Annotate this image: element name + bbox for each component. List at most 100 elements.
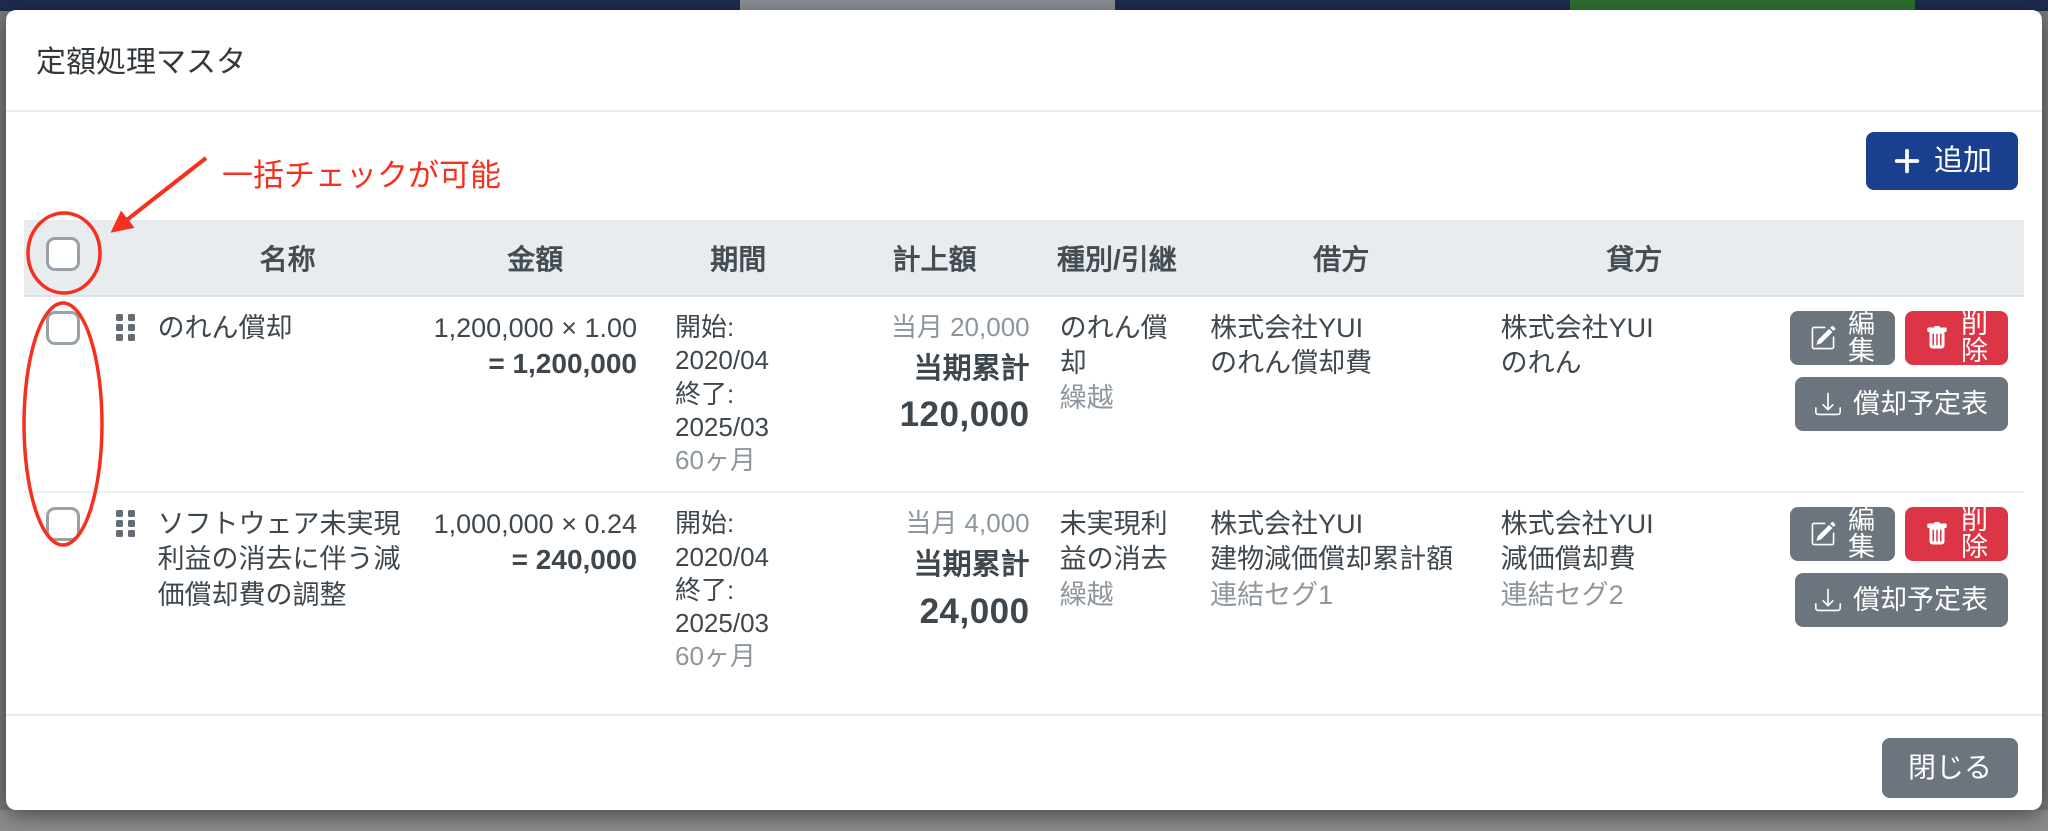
column-header-recorded: 計上額 [831,220,1038,297]
drag-handle-icon[interactable] [115,510,137,545]
row-grip-cell [102,491,150,714]
row-recorded: 当月 20,000 当期累計 120,000 [832,296,1038,492]
row-actions: 編集 削除 償却予定表 [1782,296,2024,492]
toolbar: 追加 [24,112,2024,220]
drag-handle-icon[interactable] [115,314,137,349]
row-checkbox-cell [24,491,103,714]
carryover-label: 繰越 [1059,579,1114,610]
schedule-button-label: 償却予定表 [1853,584,1988,615]
row-actions: 編集 削除 償却予定表 [1781,491,2024,714]
close-button-label: 閉じる [1907,751,1992,783]
modal-footer: 閉じる [6,713,2042,820]
period-end-label: 終了: [675,378,735,409]
column-header-actions [1781,220,2024,297]
row-amount: 1,000,000 × 0.24 = 240,000 [425,491,646,714]
table-row: のれん償却 1,200,000 × 1.00 = 1,200,000 開始: 2… [24,296,2024,492]
credit-account: 減価償却費 [1500,544,1636,575]
type-label: のれん償却 [1059,313,1168,379]
modal-title: 定額処理マスタ [36,46,246,79]
column-header-period: 期間 [645,220,832,297]
row-recorded: 当月 4,000 当期累計 24,000 [831,491,1038,714]
debit-company: 株式会社YUI [1210,313,1364,343]
schedule-download-button[interactable]: 償却予定表 [1795,377,2008,431]
delete-button[interactable]: 削除 [1904,505,2008,563]
close-button[interactable]: 閉じる [1881,737,2018,798]
modal-body: 追加 名称 金額 期間 計上額 種別/引継 借方 貸方 のれん償却 1,200,… [6,112,2042,714]
download-icon [1815,391,1841,417]
schedule-button-label: 償却予定表 [1853,388,1988,419]
edit-button[interactable]: 編集 [1789,309,1895,366]
debit-company: 株式会社YUI [1210,509,1364,540]
period-end-label: 終了: [675,574,735,605]
row-grip-cell [102,296,149,492]
column-header-credit: 貸方 [1486,220,1782,297]
column-header-type: 種別/引継 [1037,220,1197,297]
row-checkbox[interactable] [46,507,81,542]
edit-icon [1810,521,1836,547]
recorded-monthly: 当月 4,000 [905,508,1030,539]
edit-button[interactable]: 編集 [1789,505,1895,563]
select-all-checkbox[interactable] [46,237,81,271]
period-end: 2025/03 [675,608,769,639]
plus-icon [1892,146,1922,176]
row-checkbox-cell [24,296,102,492]
type-label: 未実現利益の消去 [1059,509,1168,575]
edit-icon [1810,325,1836,351]
credit-segment: 連結セグ2 [1500,579,1624,610]
column-header-name: 名称 [149,220,426,297]
select-all-header-cell [24,220,103,297]
debit-account: のれん償却費 [1210,348,1373,379]
period-start: 2020/04 [675,541,769,572]
amount-total: = 240,000 [511,544,638,576]
trash-icon [1925,521,1949,547]
schedule-download-button[interactable]: 償却予定表 [1795,573,2008,628]
table-header-row: 名称 金額 期間 計上額 種別/引継 借方 貸方 [24,220,2024,297]
fixed-processing-master-modal: 定額処理マスタ 追加 名称 金額 期間 計上額 種別/引継 借方 貸方 のれん償… [6,10,2042,810]
row-checkbox[interactable] [46,311,81,345]
grip-header-cell [102,220,150,297]
row-debit: 株式会社YUI 建物減価償却累計額 連結セグ1 [1196,491,1487,714]
period-start-label: 開始: [675,508,735,539]
period-months: 60ヶ月 [675,445,756,476]
recorded-monthly: 当月 20,000 [890,312,1030,342]
page: { "modal": { "title": "定額処理マスタ", "annota… [0,0,2048,831]
row-period: 開始: 2020/04 終了: 2025/03 60ヶ月 [645,491,832,714]
amount-formula: 1,000,000 × 0.24 [433,509,638,540]
credit-company: 株式会社YUI [1500,313,1654,343]
edit-button-label: 編集 [1847,505,1875,563]
column-header-amount: 金額 [425,220,646,297]
debit-segment: 連結セグ1 [1210,579,1334,610]
recorded-cumulative-label: 当期累計 [913,352,1030,385]
delete-button-label: 削除 [1960,309,1988,366]
row-name: のれん償却 [157,313,293,343]
amount-total: = 1,200,000 [488,348,638,380]
period-months: 60ヶ月 [675,641,756,672]
recorded-cumulative-label: 当期累計 [913,549,1030,582]
add-button-label: 追加 [1933,144,1992,177]
row-name: ソフトウェア未実現利益の消去に伴う減価償却費の調整 [149,491,426,714]
row-type: 未実現利益の消去 繰越 [1037,491,1197,714]
delete-button[interactable]: 削除 [1904,309,2008,366]
add-button[interactable]: 追加 [1865,132,2018,190]
credit-company: 株式会社YUI [1500,509,1654,540]
credit-account: のれん [1500,348,1582,379]
amount-formula: 1,200,000 × 1.00 [433,313,638,343]
modal-header: 定額処理マスタ [6,10,2042,112]
period-start: 2020/04 [675,345,769,376]
edit-button-label: 編集 [1847,309,1875,366]
row-amount: 1,200,000 × 1.00 = 1,200,000 [426,296,645,492]
master-table: 名称 金額 期間 計上額 種別/引継 借方 貸方 のれん償却 1,200,000… [24,220,2024,714]
trash-icon [1925,325,1949,351]
table-row: ソフトウェア未実現利益の消去に伴う減価償却費の調整 1,000,000 × 0.… [24,491,2024,714]
row-type: のれん償却 繰越 [1038,296,1196,492]
delete-button-label: 削除 [1960,505,1988,563]
debit-account: 建物減価償却累計額 [1210,544,1454,575]
carryover-label: 繰越 [1059,383,1114,414]
column-header-debit: 借方 [1196,220,1487,297]
period-start-label: 開始: [675,312,735,342]
row-period: 開始: 2020/04 終了: 2025/03 60ヶ月 [645,296,831,492]
row-debit: 株式会社YUI のれん償却費 [1196,296,1487,492]
period-end: 2025/03 [675,411,769,442]
recorded-cumulative-value: 120,000 [899,395,1030,435]
row-credit: 株式会社YUI のれん [1487,296,1782,492]
